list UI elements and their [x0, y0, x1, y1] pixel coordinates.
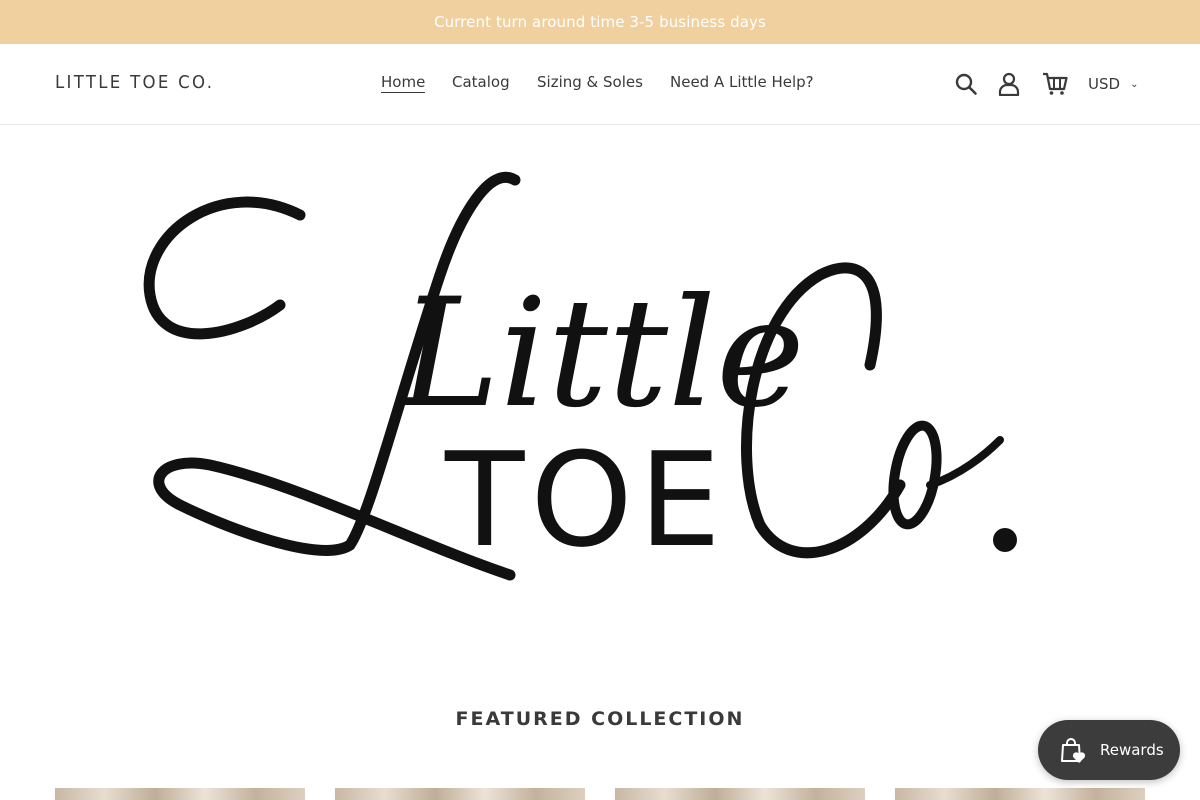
product-card-image[interactable]	[895, 788, 1145, 800]
announcement-text: Current turn around time 3-5 business da…	[434, 13, 766, 31]
search-icon[interactable]	[952, 70, 980, 98]
currency-value: USD	[1088, 75, 1121, 93]
product-card-image[interactable]	[55, 788, 305, 800]
hero-logo-banner: Little TOE	[55, 125, 1145, 645]
account-icon[interactable]	[995, 70, 1023, 98]
product-card-image[interactable]	[335, 788, 585, 800]
nav-catalog[interactable]: Catalog	[452, 73, 510, 91]
rewards-label: Rewards	[1100, 741, 1164, 759]
cart-icon[interactable]	[1041, 70, 1069, 98]
rewards-launcher-button[interactable]: Rewards	[1038, 720, 1180, 780]
nav-home[interactable]: Home	[381, 73, 426, 93]
chevron-down-icon: ⌄	[1130, 78, 1139, 90]
shopping-bag-heart-icon	[1061, 738, 1086, 763]
little-toe-co-logo: Little TOE	[143, 171, 1017, 581]
site-header: LITTLE TOE CO. Home Catalog Sizing & Sol…	[0, 44, 1200, 125]
announcement-bar: Current turn around time 3-5 business da…	[0, 0, 1200, 44]
product-card-image[interactable]	[615, 788, 865, 800]
featured-collection-title: FEATURED COLLECTION	[455, 708, 745, 730]
nav-need-help[interactable]: Need A Little Help?	[670, 73, 814, 91]
nav-sizing-soles[interactable]: Sizing & Soles	[537, 73, 643, 91]
logo-caps-toe: TOE	[444, 424, 727, 576]
currency-selector[interactable]: USD ⌄	[1088, 75, 1138, 93]
